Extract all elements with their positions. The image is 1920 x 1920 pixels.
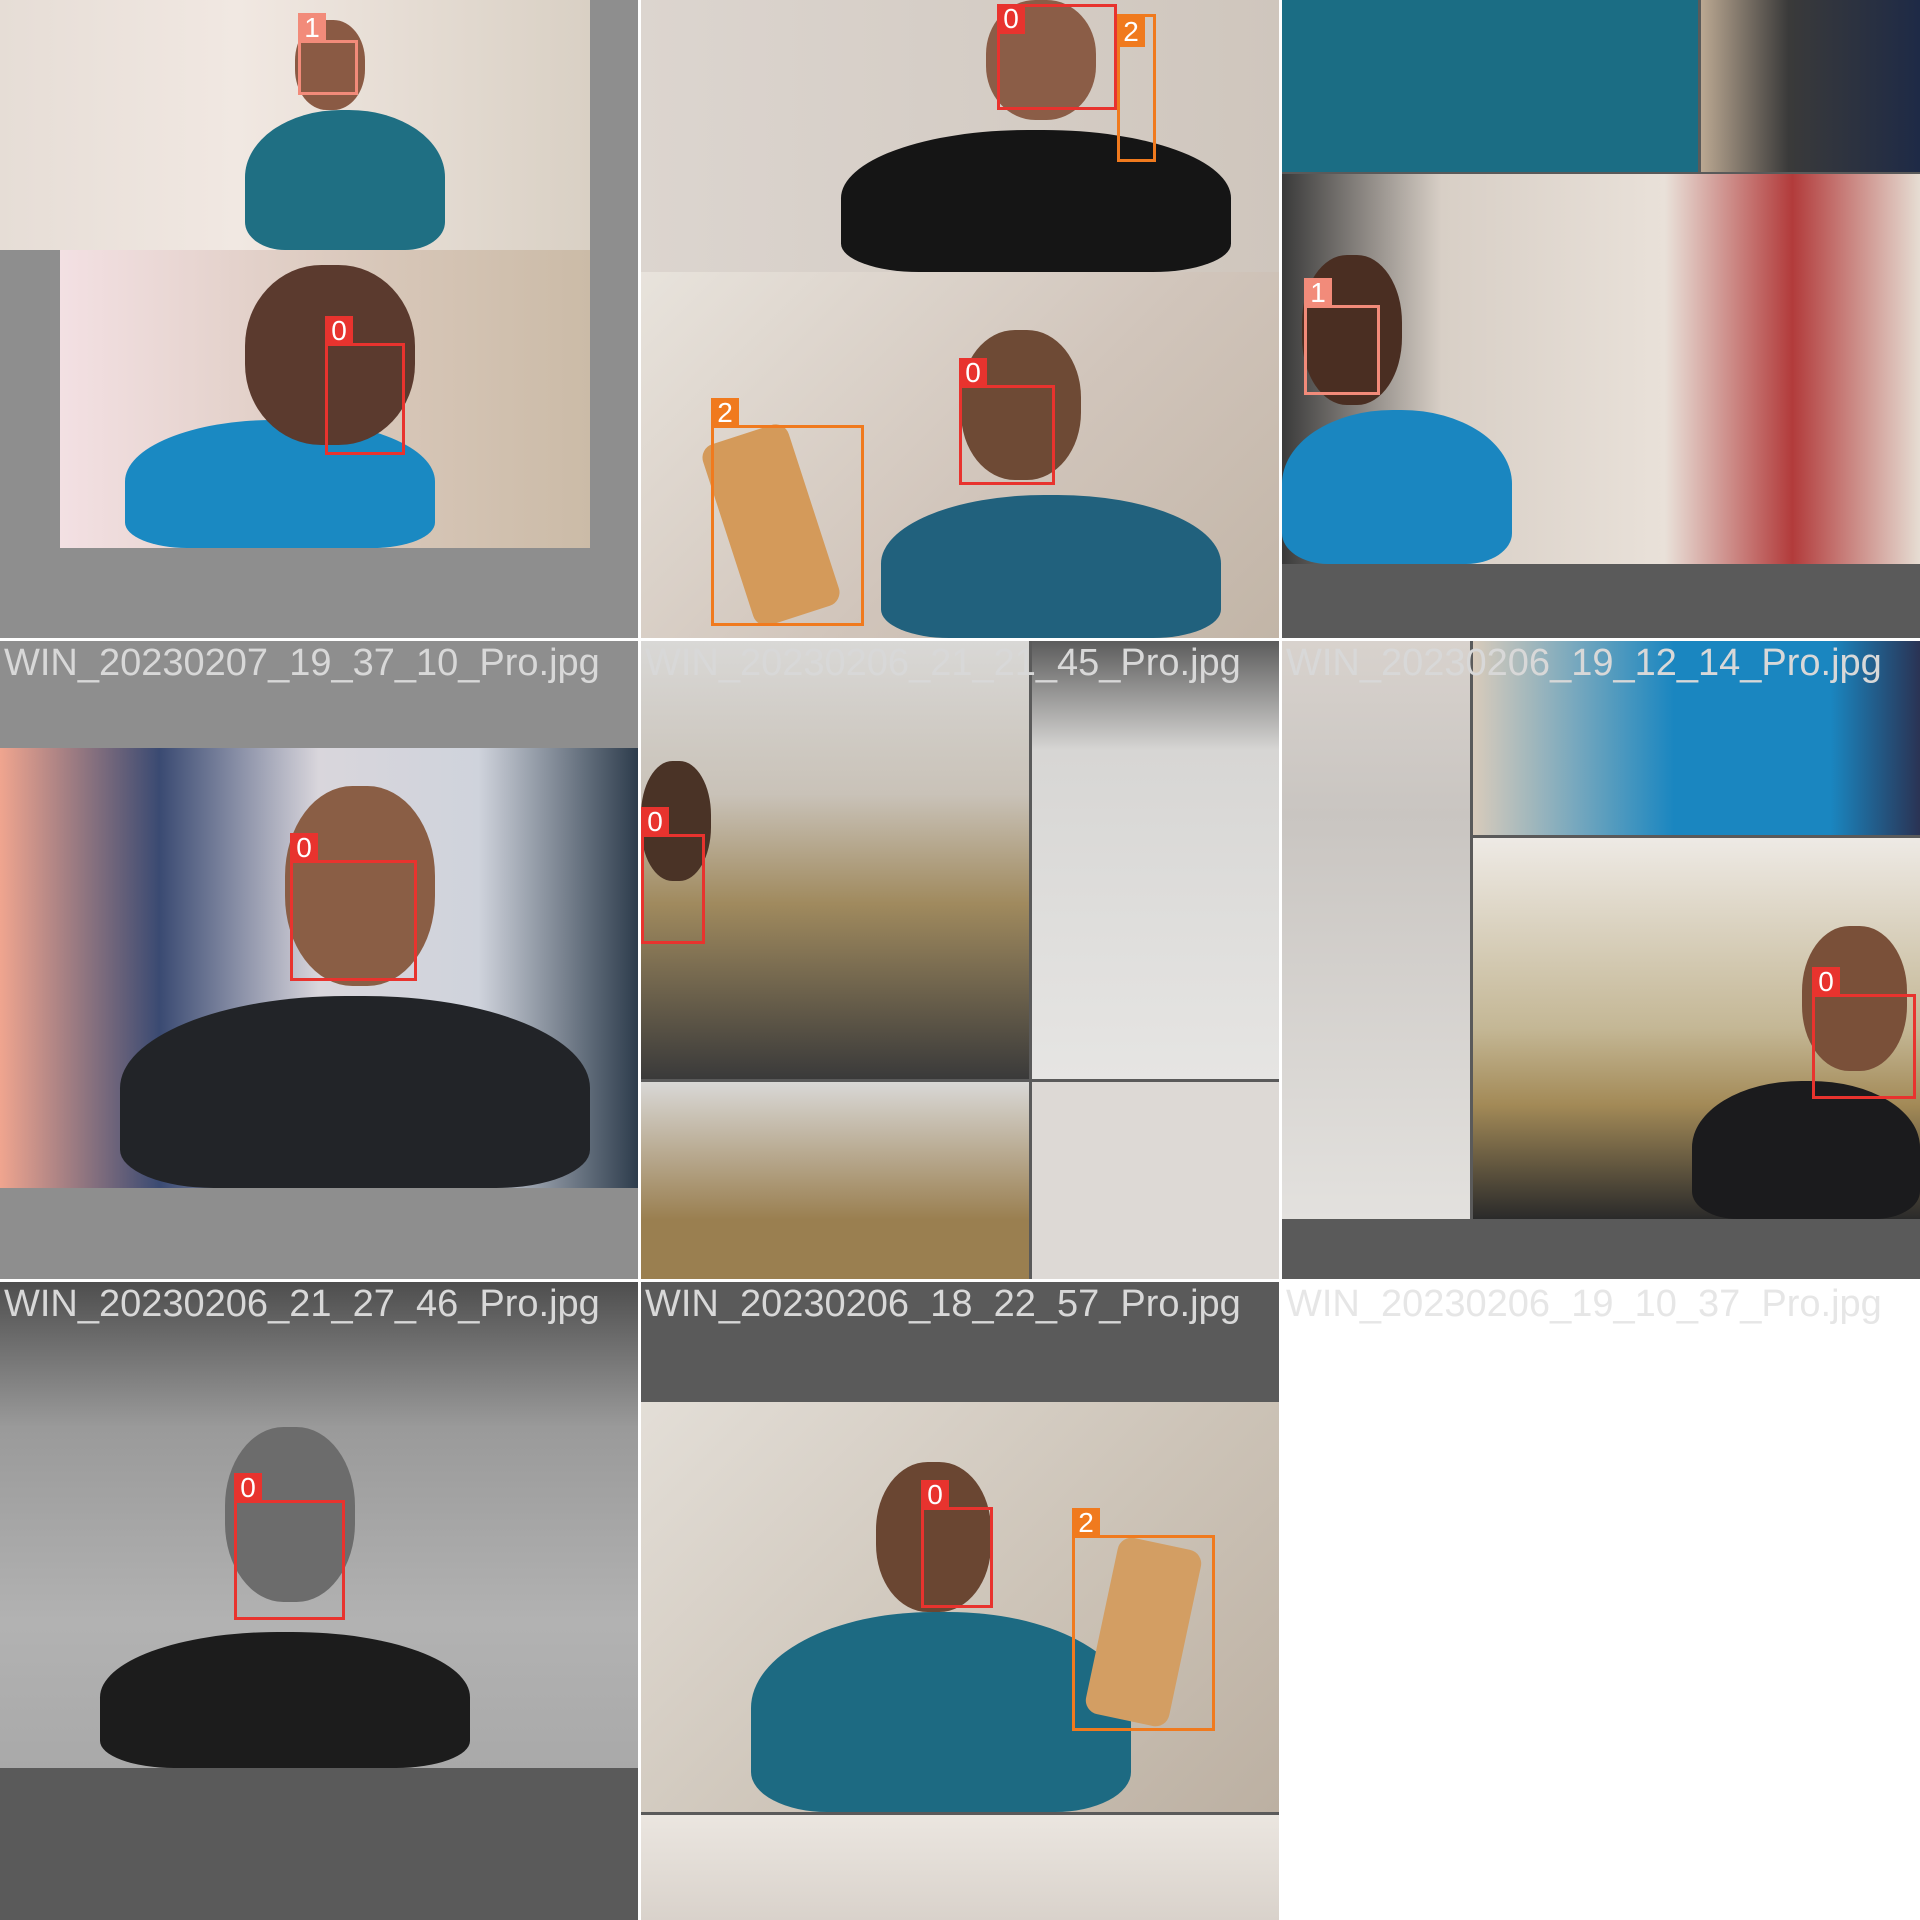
bbox-label: 1 <box>1304 278 1332 308</box>
bbox-face: 0 <box>997 4 1117 110</box>
image-filename: WIN_20230206_21_27_46_Pro.jpg <box>4 1283 600 1325</box>
bbox-label: 0 <box>959 358 987 388</box>
photo-wall-crop <box>1282 641 1470 1219</box>
empty-grid-cell: WIN_20230206_19_10_37_Pro.jpg <box>1282 1282 1920 1920</box>
image-filename: WIN_20230206_19_10_37_Pro.jpg <box>1286 1283 1882 1325</box>
bbox-face: 1 <box>298 13 358 95</box>
mosaic-tile-4: 0 WIN_20230206_21_21_45_Pro.jpg <box>641 641 1279 1279</box>
mosaic-tile-5: 0 WIN_20230206_19_12_14_Pro.jpg <box>1282 641 1920 1279</box>
person-teal-shirt <box>881 495 1221 638</box>
person-blue-shirt <box>1282 410 1512 564</box>
person-teal-shirt <box>245 110 445 250</box>
photo-wall-crop <box>1032 1082 1279 1279</box>
person-black-shirt <box>841 130 1231 272</box>
bbox-label: 2 <box>711 398 739 428</box>
bbox-phone: 2 <box>1072 1508 1215 1731</box>
bbox-face: 0 <box>234 1473 345 1620</box>
mosaic-tile-6: 0 WIN_20230206_21_27_46_Pro.jpg <box>0 1282 638 1920</box>
bbox-label: 0 <box>325 316 353 346</box>
bbox-label: 0 <box>641 807 669 837</box>
image-filename: WIN_20230206_19_12_14_Pro.jpg <box>1286 642 1882 684</box>
bbox-face: 0 <box>921 1480 993 1608</box>
photo-next-crop <box>641 1815 1279 1920</box>
bbox-face: 0 <box>641 807 705 944</box>
bbox-label: 0 <box>290 833 318 863</box>
photo-teal-shirt-crop <box>1282 0 1698 172</box>
person-black-tshirt <box>1692 1081 1920 1219</box>
mosaic-tile-3: 0 WIN_20230207_19_37_10_Pro.jpg <box>0 641 638 1279</box>
bbox-label: 2 <box>1072 1508 1100 1538</box>
mosaic-tile-2: 1 <box>1282 0 1920 638</box>
mosaic-tile-7: 0 2 WIN_20230206_18_22_57_Pro.jpg <box>641 1282 1279 1920</box>
bbox-label: 0 <box>1812 967 1840 997</box>
bbox-face: 0 <box>290 833 417 981</box>
mosaic-tile-0: 1 0 <box>0 0 638 638</box>
bbox-label: 1 <box>298 13 326 43</box>
photo-door-crop <box>1701 0 1920 172</box>
bbox-label: 0 <box>997 4 1025 34</box>
mosaic-tile-1: 0 2 2 0 <box>641 0 1279 638</box>
image-filename: WIN_20230206_21_21_45_Pro.jpg <box>645 642 1241 684</box>
bbox-phone: 2 <box>1117 14 1156 162</box>
bbox-face: 0 <box>959 358 1055 485</box>
image-filename: WIN_20230206_18_22_57_Pro.jpg <box>645 1283 1241 1325</box>
bbox-face: 0 <box>325 316 405 455</box>
bbox-label: 2 <box>1117 17 1145 47</box>
photo-bunk-room <box>641 1082 1029 1279</box>
bbox-face: 0 <box>1812 967 1916 1099</box>
bbox-label: 0 <box>921 1480 949 1510</box>
person-black-tshirt <box>120 996 590 1188</box>
photo-wall-crop <box>1032 641 1279 1079</box>
bbox-phone: 2 <box>711 398 864 626</box>
person-black-tshirt <box>100 1632 470 1768</box>
bbox-face: 1 <box>1304 278 1380 395</box>
image-filename: WIN_20230207_19_37_10_Pro.jpg <box>4 642 600 684</box>
bbox-label: 0 <box>234 1473 262 1503</box>
